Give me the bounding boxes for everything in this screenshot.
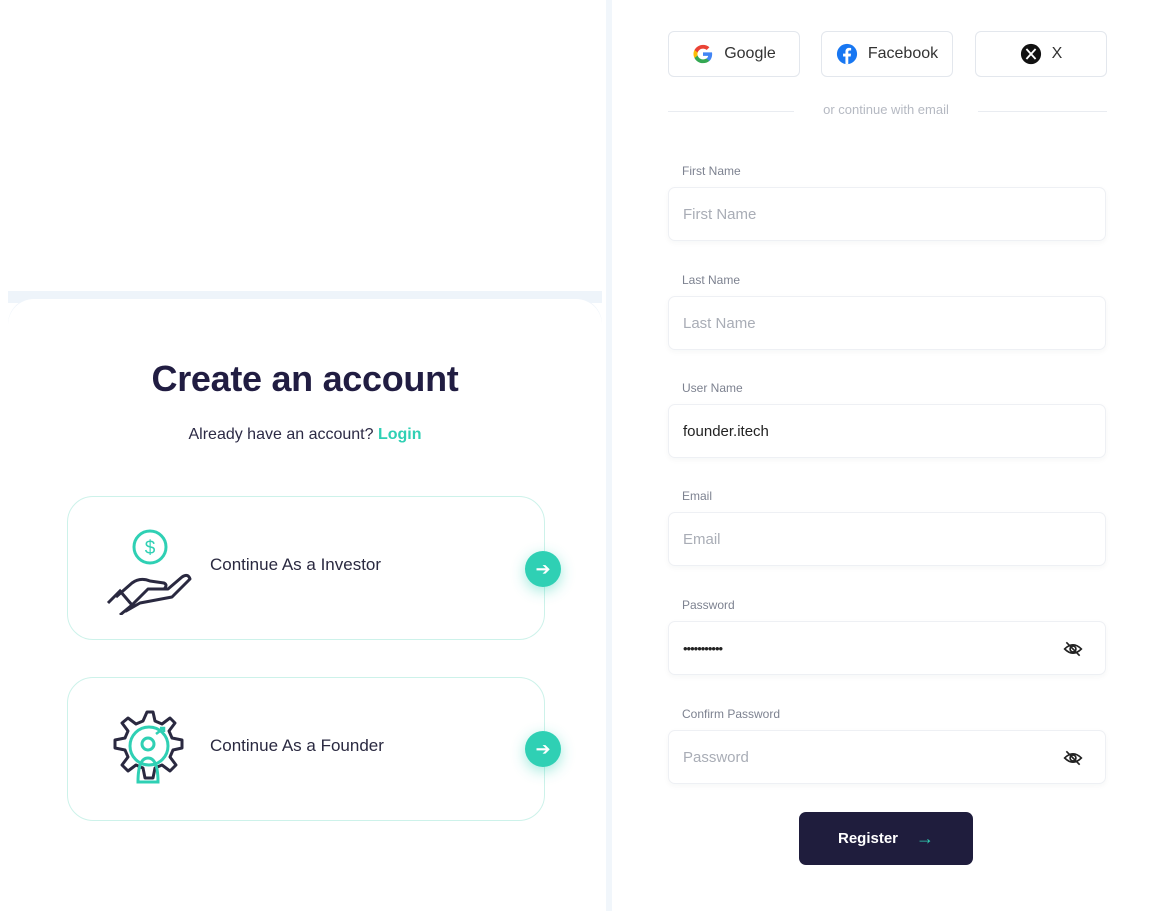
email-separator-text: or continue with email bbox=[823, 102, 949, 117]
password-field-wrap bbox=[668, 621, 1106, 675]
email-input[interactable] bbox=[669, 513, 1063, 565]
investor-option-card[interactable]: $ Continue As a Investor bbox=[67, 496, 545, 640]
email-field-wrap bbox=[668, 512, 1106, 566]
google-icon bbox=[693, 44, 713, 64]
panel-divider bbox=[606, 0, 612, 911]
dollar-hand-icon: $ bbox=[106, 529, 192, 615]
confirm-password-label: Confirm Password bbox=[682, 707, 781, 721]
password-input[interactable] bbox=[669, 622, 1063, 674]
investor-option-label: Continue As a Investor bbox=[210, 555, 382, 574]
arrow-right-icon: ➔ bbox=[535, 558, 551, 579]
eye-slash-icon[interactable] bbox=[1063, 639, 1083, 659]
first-name-field-wrap bbox=[668, 187, 1106, 241]
user-name-field-wrap bbox=[668, 404, 1106, 458]
login-prompt: Already have an account? Login bbox=[0, 426, 610, 444]
eye-slash-icon[interactable] bbox=[1063, 748, 1083, 768]
arrow-right-icon: → bbox=[916, 828, 935, 848]
founder-option-label: Continue As a Founder bbox=[210, 736, 384, 755]
login-link[interactable]: Login bbox=[378, 426, 422, 443]
last-name-label: Last Name bbox=[682, 273, 741, 287]
first-name-label: First Name bbox=[682, 164, 741, 178]
last-name-input[interactable] bbox=[669, 297, 1063, 349]
continue-founder-button[interactable]: ➔ bbox=[525, 731, 561, 767]
svg-text:$: $ bbox=[145, 538, 156, 559]
gear-founder-icon bbox=[113, 710, 184, 784]
facebook-label: Facebook bbox=[867, 45, 939, 62]
user-name-label: User Name bbox=[682, 381, 743, 395]
email-label: Email bbox=[682, 489, 713, 503]
login-prompt-text: Already have an account? bbox=[188, 426, 374, 443]
confirm-password-input[interactable] bbox=[669, 731, 1063, 783]
arrow-right-icon: ➔ bbox=[535, 738, 551, 759]
continue-investor-button[interactable]: ➔ bbox=[525, 551, 561, 587]
facebook-icon bbox=[836, 43, 857, 65]
facebook-signin-button[interactable]: Facebook bbox=[821, 31, 953, 77]
separator-line-left bbox=[668, 111, 794, 112]
x-label: X bbox=[1051, 45, 1063, 62]
founder-option-card[interactable]: Continue As a Founder bbox=[67, 677, 545, 821]
register-label: Register bbox=[837, 830, 899, 847]
first-name-input[interactable] bbox=[669, 188, 1063, 240]
x-signin-button[interactable]: X bbox=[975, 31, 1107, 77]
x-logo-icon bbox=[1020, 43, 1041, 65]
page-title: Create an account bbox=[151, 358, 459, 399]
register-button[interactable]: Register → bbox=[799, 812, 973, 865]
google-signin-button[interactable]: Google bbox=[668, 31, 800, 77]
last-name-field-wrap bbox=[668, 296, 1106, 350]
separator-line-right bbox=[978, 111, 1107, 112]
google-label: Google bbox=[724, 45, 776, 62]
password-label: Password bbox=[682, 598, 735, 612]
confirm-password-field-wrap bbox=[668, 730, 1106, 784]
user-name-input[interactable] bbox=[669, 405, 1063, 457]
